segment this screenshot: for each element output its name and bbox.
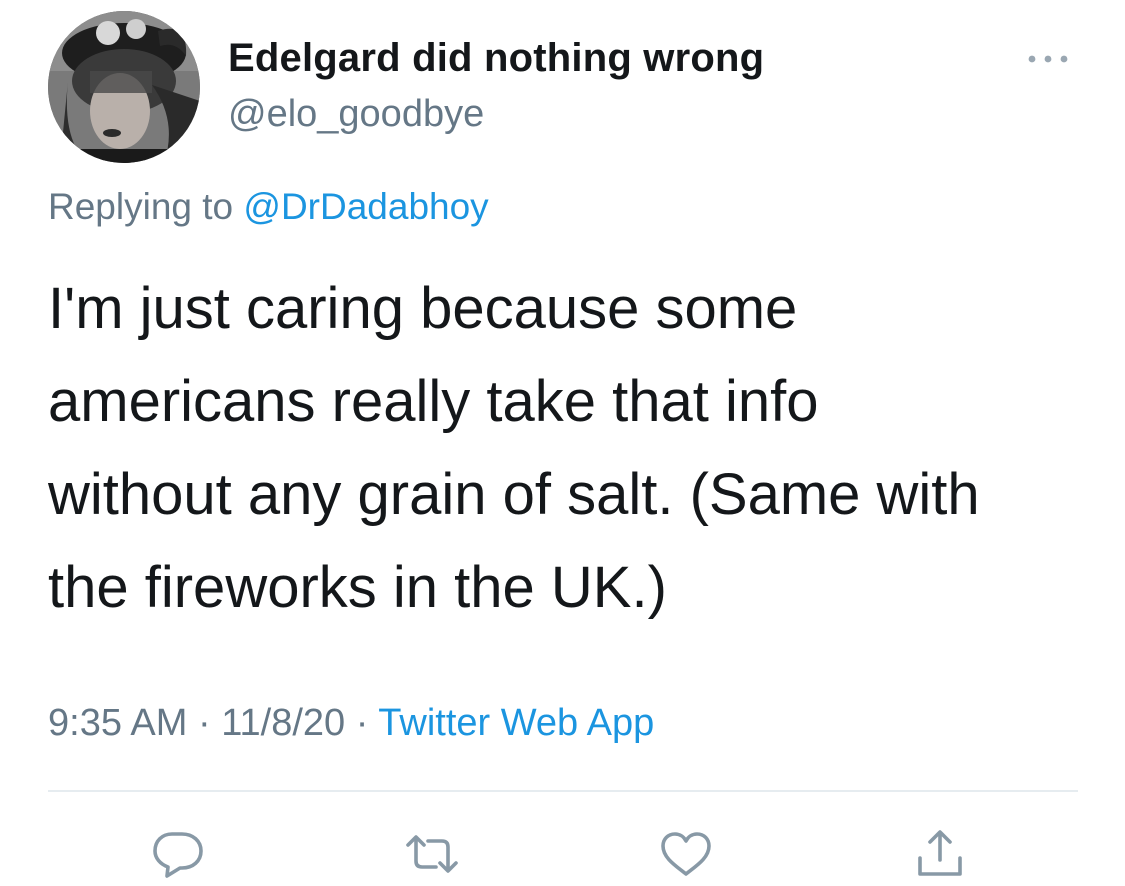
more-options-button[interactable] [1022, 44, 1074, 74]
avatar[interactable] [48, 11, 200, 163]
retweet-button[interactable] [404, 828, 460, 880]
reply-button[interactable] [150, 828, 206, 880]
user-handle[interactable]: @elo_goodbye [228, 93, 484, 136]
tweet-source-link[interactable]: Twitter Web App [378, 702, 654, 744]
avatar-image [48, 11, 200, 163]
comment-bubble-icon [153, 832, 203, 878]
tweet-time: 9:35 AM [48, 702, 188, 744]
tweet-meta: 9:35 AM · 11/8/20 · Twitter Web App [48, 702, 654, 745]
replying-prefix: Replying to [48, 186, 234, 227]
divider [48, 790, 1078, 792]
tweet-text: I'm just caring because some americans r… [48, 276, 980, 620]
meta-separator: · [197, 702, 211, 744]
share-button[interactable] [912, 828, 968, 880]
retweet-arrows-icon [406, 835, 458, 873]
tweet-detail: Edelgard did nothing wrong @elo_goodbye … [0, 0, 1125, 886]
reply-mention-link[interactable]: @DrDadabhoy [243, 186, 488, 227]
heart-icon [661, 832, 711, 876]
like-button[interactable] [658, 828, 714, 880]
meta-separator: · [355, 702, 369, 744]
tweet-date: 11/8/20 [221, 702, 346, 744]
display-name[interactable]: Edelgard did nothing wrong [228, 36, 764, 81]
reply-context: Replying to @DrDadabhoy [48, 186, 489, 228]
ellipsis-icon [1028, 55, 1068, 63]
share-upload-icon [918, 830, 962, 876]
